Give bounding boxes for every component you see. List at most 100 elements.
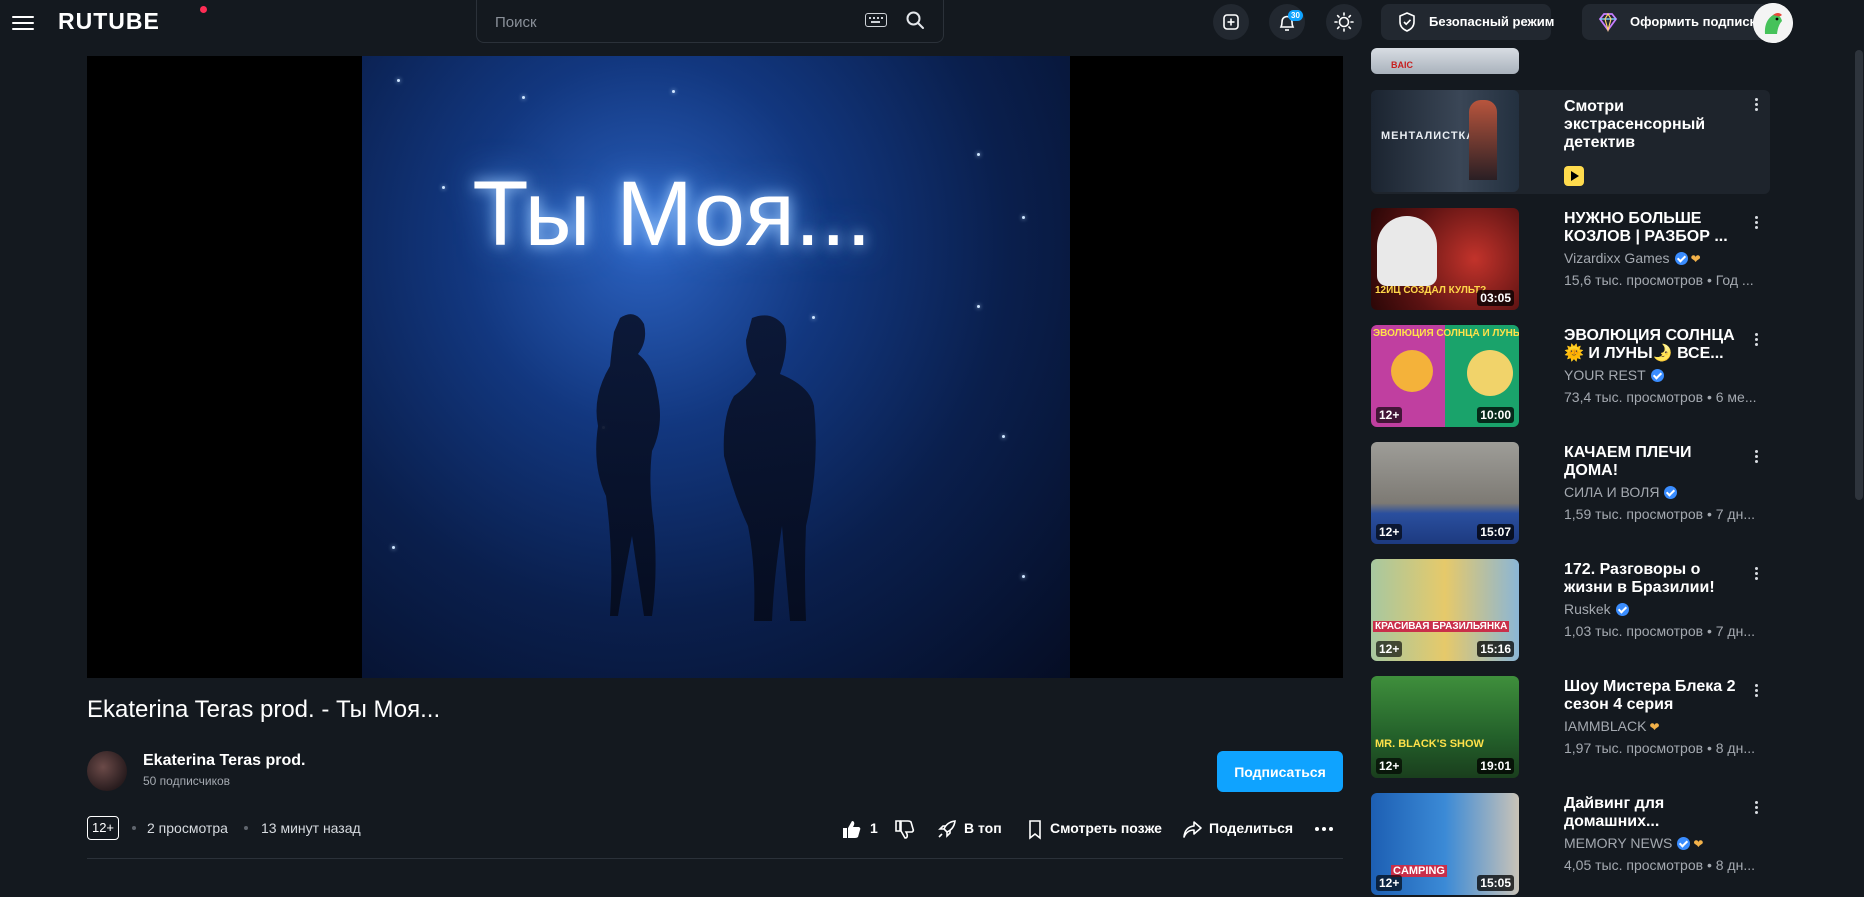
- theme-toggle-button[interactable]: [1326, 4, 1362, 40]
- thumbnail-text: КРАСИВАЯ БРАЗИЛЬЯНКА: [1373, 621, 1510, 632]
- video-thumbnail: КРАСИВАЯ БРАЗИЛЬЯНКА 12+ 15:16: [1371, 559, 1519, 661]
- user-avatar[interactable]: [1753, 3, 1793, 43]
- more-options-icon[interactable]: [1751, 448, 1761, 468]
- channel-name: Vizardixx Games ❤: [1564, 250, 1701, 266]
- video-thumbnail: 12ИЦ СОЗДАЛ КУЛЬТ? 03:05: [1371, 208, 1519, 310]
- bell-icon: [1279, 15, 1295, 31]
- recommended-item[interactable]: 12ИЦ СОЗДАЛ КУЛЬТ? 03:05 НУЖНО БОЛЬШЕ КО…: [1371, 208, 1770, 312]
- couple-silhouette: [596, 314, 816, 621]
- thumbnail-text: BAIC: [1391, 60, 1413, 70]
- promo-figure: [1469, 100, 1497, 180]
- video-stats: 1,97 тыс. просмотров • 8 дн...: [1564, 740, 1755, 756]
- publish-date: 13 минут назад: [261, 820, 361, 836]
- thumbnail-text: MR. BLACK'S SHOW: [1375, 738, 1484, 750]
- keyboard-icon[interactable]: [865, 13, 887, 27]
- promo-thumbnail: МЕНТАЛИСТКА: [1371, 90, 1519, 192]
- channel-name[interactable]: Ekaterina Teras prod.: [143, 752, 305, 770]
- video-player[interactable]: Ты Моя...: [87, 56, 1343, 678]
- safe-mode-button[interactable]: Безопасный режим: [1381, 4, 1555, 40]
- video-title: Ekaterina Teras prod. - Ты Моя...: [87, 696, 441, 723]
- more-options-icon[interactable]: [1751, 799, 1761, 819]
- video-stats: 4,05 тыс. просмотров • 8 дн...: [1564, 857, 1755, 873]
- logo-dot: [200, 6, 207, 13]
- video-title: КАЧАЕМ ПЛЕЧИ ДОМА!: [1564, 444, 1692, 479]
- thumbs-down-icon: [895, 820, 915, 839]
- video-title: НУЖНО БОЛЬШЕ КОЗЛОВ | РАЗБОР ...: [1564, 210, 1728, 245]
- view-count: 2 просмотра: [147, 820, 228, 836]
- like-button[interactable]: 1: [840, 816, 880, 842]
- menu-icon[interactable]: [12, 12, 34, 34]
- separator-dot: [132, 826, 136, 830]
- share-button[interactable]: Поделиться: [1181, 816, 1293, 842]
- video-duration: 15:05: [1477, 875, 1514, 891]
- shield-icon: [1399, 12, 1415, 32]
- more-options-icon[interactable]: [1751, 331, 1761, 351]
- to-top-button[interactable]: В топ: [936, 816, 1006, 842]
- more-options-icon[interactable]: [1751, 214, 1761, 234]
- age-rating: 12+: [1376, 758, 1403, 774]
- share-arrow-icon: [1183, 821, 1202, 838]
- heart-icon: ❤: [1649, 720, 1660, 734]
- video-title: 172. Разговоры о жизни в Бразилии!: [1564, 561, 1715, 596]
- channel-name: Ruskek: [1564, 601, 1629, 617]
- recommended-item[interactable]: CAMPING 12+ 15:05 Дайвинг для домашних..…: [1371, 793, 1770, 897]
- thumbnail-text: 12ИЦ СОЗДАЛ КУЛЬТ?: [1375, 285, 1487, 296]
- channel-name: YOUR REST: [1564, 367, 1664, 383]
- section-divider: [87, 858, 1343, 859]
- thumbnail-sun: [1391, 350, 1433, 392]
- promo-title: Смотри экстрасенсорный детектив: [1564, 98, 1706, 151]
- upload-button[interactable]: [1213, 4, 1249, 40]
- search-icon[interactable]: [905, 10, 925, 30]
- video-title: Шоу Мистера Блека 2 сезон 4 серия: [1564, 678, 1736, 713]
- more-options-icon[interactable]: [1751, 96, 1761, 116]
- notifications-badge: 30: [1288, 10, 1303, 21]
- verified-icon: [1650, 369, 1664, 382]
- channel-avatar[interactable]: [87, 751, 127, 791]
- video-thumbnail: MR. BLACK'S SHOW 12+ 19:01: [1371, 676, 1519, 778]
- video-thumbnail: ЭВОЛЮЦИЯ СОЛНЦА И ЛУНЫ 12+ 10:00: [1371, 325, 1519, 427]
- channel-name: MEMORY NEWS ❤: [1564, 835, 1704, 851]
- more-options-icon[interactable]: [1751, 565, 1761, 585]
- notifications-button[interactable]: 30: [1269, 4, 1305, 40]
- watch-later-label: Смотреть позже: [1050, 820, 1162, 836]
- promo-card[interactable]: МЕНТАЛИСТКА Смотри экстрасенсорный детек…: [1371, 90, 1770, 194]
- video-thumbnail: 12+ 15:07: [1371, 442, 1519, 544]
- sun-icon: [1334, 12, 1354, 32]
- play-badge-icon: [1564, 166, 1584, 186]
- like-count: 1: [870, 820, 878, 836]
- recommended-item[interactable]: 12+ 15:07 КАЧАЕМ ПЛЕЧИ ДОМА! СИЛА И ВОЛЯ…: [1371, 442, 1770, 546]
- more-options-icon[interactable]: [1751, 682, 1761, 702]
- recommended-item-partial[interactable]: BAIC: [1371, 48, 1770, 74]
- recommended-item[interactable]: КРАСИВАЯ БРАЗИЛЬЯНКА 12+ 15:16 172. Разг…: [1371, 559, 1770, 663]
- video-duration: 15:07: [1477, 524, 1514, 540]
- video-stats: 1,59 тыс. просмотров • 7 дн...: [1564, 506, 1755, 522]
- safe-mode-label: Безопасный режим: [1429, 14, 1555, 29]
- premium-subscribe-button[interactable]: Оформить подписку: [1582, 4, 1770, 40]
- recommended-item[interactable]: MR. BLACK'S SHOW 12+ 19:01 Шоу Мистера Б…: [1371, 676, 1770, 780]
- diamond-icon: [1598, 12, 1618, 33]
- thumbnail-text: ЭВОЛЮЦИЯ СОЛНЦА И ЛУНЫ: [1373, 328, 1519, 339]
- channel-subscribers: 50 подписчиков: [143, 774, 231, 788]
- page-scrollbar-thumb[interactable]: [1855, 50, 1863, 500]
- dislike-button[interactable]: [893, 816, 915, 842]
- video-duration: 15:16: [1477, 641, 1514, 657]
- video-title: Дайвинг для домашних...: [1564, 795, 1665, 830]
- verified-icon: [1615, 603, 1629, 616]
- video-title: ЭВОЛЮЦИЯ СОЛНЦА 🌞 И ЛУНЫ🌛 ВСЕ...: [1564, 327, 1735, 362]
- thumbnail-character: [1377, 216, 1437, 286]
- channel-name: IAMMBLACK ❤: [1564, 718, 1660, 734]
- subscribe-button[interactable]: Подписаться: [1217, 751, 1343, 792]
- share-label: Поделиться: [1209, 820, 1294, 836]
- watch-later-button[interactable]: Смотреть позже: [1024, 816, 1164, 842]
- search-input[interactable]: [493, 10, 857, 34]
- age-rating: 12+: [1376, 641, 1403, 657]
- age-rating: 12+: [1376, 524, 1403, 540]
- rutube-logo[interactable]: RUTUBE: [58, 8, 160, 35]
- top-bar: RUTUBE 30: [0, 0, 1864, 48]
- recommended-item[interactable]: ЭВОЛЮЦИЯ СОЛНЦА И ЛУНЫ 12+ 10:00 ЭВОЛЮЦИ…: [1371, 325, 1770, 429]
- video-frame: Ты Моя...: [362, 56, 1070, 678]
- bookmark-icon: [1029, 820, 1041, 840]
- heart-icon: ❤: [1690, 252, 1701, 266]
- video-duration: 10:00: [1477, 407, 1514, 423]
- more-actions-button[interactable]: [1313, 816, 1335, 842]
